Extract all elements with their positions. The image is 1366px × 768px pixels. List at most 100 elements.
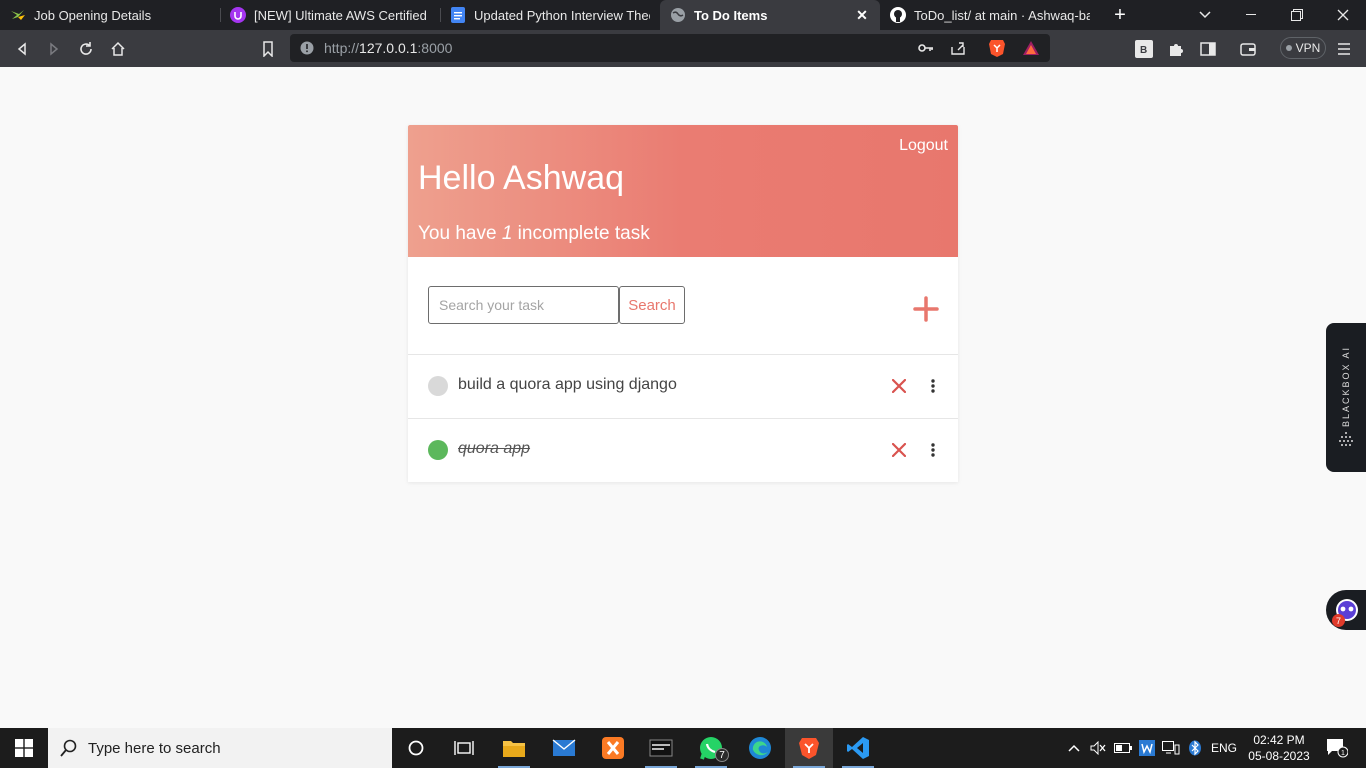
- task-status-icon[interactable]: [428, 440, 448, 460]
- task-item[interactable]: build a quora app using django: [408, 355, 958, 419]
- reload-icon[interactable]: [75, 38, 97, 60]
- clock-time: 02:42 PM: [1253, 733, 1305, 747]
- home-icon[interactable]: [107, 38, 129, 60]
- forward-icon[interactable]: [43, 38, 65, 60]
- tab-title: Updated Python Interview Theory: [474, 7, 650, 23]
- tab-to-do-items[interactable]: To Do Items ✕: [660, 0, 880, 30]
- brave-shields-icon[interactable]: [988, 38, 1006, 63]
- input-language-indicator[interactable]: ENG: [1208, 728, 1240, 768]
- search-row: Search: [408, 257, 958, 355]
- add-task-icon[interactable]: [910, 295, 942, 323]
- app-tray-icon[interactable]: [1137, 728, 1157, 768]
- whatsapp-badge: 7: [715, 748, 729, 762]
- search-icon: [60, 739, 78, 762]
- taskbar-search-placeholder: Type here to search: [88, 740, 221, 757]
- brave-rewards-icon[interactable]: [1022, 40, 1040, 61]
- vpn-label: VPN: [1295, 41, 1321, 55]
- bot-notification-badge: 7: [1332, 614, 1345, 627]
- cortana-icon[interactable]: [392, 728, 440, 768]
- close-tab-icon[interactable]: ✕: [854, 7, 870, 24]
- svg-text:B: B: [1140, 45, 1147, 56]
- whatsapp-icon[interactable]: 7: [687, 728, 735, 768]
- site-info-icon[interactable]: [300, 41, 314, 60]
- bookmark-icon[interactable]: [257, 38, 279, 60]
- key-icon[interactable]: [918, 41, 934, 60]
- incomplete-summary: You have 1 incomplete task: [418, 223, 650, 245]
- tab-title: [NEW] Ultimate AWS Certified Clou: [254, 7, 430, 23]
- logout-link[interactable]: Logout: [899, 137, 948, 155]
- close-window-button[interactable]: [1320, 0, 1366, 30]
- task-status-icon[interactable]: [428, 376, 448, 396]
- github-favicon-icon: [890, 7, 906, 23]
- terminal-app-icon[interactable]: [637, 728, 685, 768]
- search-input[interactable]: [428, 286, 619, 324]
- udemy-favicon-icon: [230, 7, 246, 23]
- bird-favicon-icon: [10, 7, 26, 23]
- tab-aws-course[interactable]: [NEW] Ultimate AWS Certified Clou: [220, 0, 440, 30]
- tab-title: ToDo_list/ at main · Ashwaq-basha: [914, 7, 1090, 23]
- windows-start-icon[interactable]: [0, 728, 48, 768]
- search-button[interactable]: Search: [619, 286, 685, 324]
- show-hidden-icons-chevron-icon[interactable]: [1064, 728, 1084, 768]
- action-center-icon[interactable]: 1: [1320, 728, 1354, 768]
- task-more-options-icon[interactable]: [928, 377, 938, 395]
- globe-favicon-icon: [670, 7, 686, 23]
- assistant-bot-widget[interactable]: 7: [1326, 590, 1366, 630]
- battery-icon[interactable]: [1112, 728, 1134, 768]
- bitwarden-extension-icon[interactable]: B: [1133, 38, 1155, 60]
- menu-hamburger-icon[interactable]: [1333, 38, 1355, 60]
- url-host: 127.0.0.1: [359, 40, 418, 56]
- address-bar[interactable]: http://127.0.0.1:8000: [290, 34, 1050, 62]
- tab-search-chevron-icon[interactable]: [1182, 0, 1228, 30]
- url-scheme: http://: [324, 40, 360, 56]
- blackbox-dots-icon: [1338, 431, 1354, 452]
- windows-taskbar: Type here to search 7 ENG 02:42 PM 05-08…: [0, 728, 1366, 768]
- extensions-puzzle-icon[interactable]: [1165, 38, 1187, 60]
- task-title[interactable]: build a quora app using django: [458, 376, 677, 394]
- minimize-window-button[interactable]: [1228, 0, 1274, 30]
- blackbox-ai-panel-tab[interactable]: BLACKBOX AI: [1326, 323, 1366, 472]
- url-text[interactable]: http://127.0.0.1:8000: [324, 40, 452, 56]
- delete-task-icon[interactable]: [890, 441, 908, 459]
- delete-task-icon[interactable]: [890, 377, 908, 395]
- vscode-icon[interactable]: [834, 728, 882, 768]
- todo-card: Logout Hello Ashwaq You have 1 incomplet…: [408, 125, 958, 482]
- vpn-button[interactable]: VPN: [1280, 37, 1326, 59]
- docs-favicon-icon: [450, 7, 466, 23]
- system-clock[interactable]: 02:42 PM 05-08-2023: [1246, 732, 1312, 764]
- restore-window-button[interactable]: [1274, 0, 1320, 30]
- taskbar-search-box[interactable]: Type here to search: [48, 728, 392, 768]
- xampp-icon[interactable]: [589, 728, 637, 768]
- brave-browser-icon[interactable]: [785, 728, 833, 768]
- back-icon[interactable]: [11, 38, 33, 60]
- tab-github-todo-list[interactable]: ToDo_list/ at main · Ashwaq-basha: [880, 0, 1100, 30]
- tab-python-interview[interactable]: Updated Python Interview Theory: [440, 0, 660, 30]
- sidebar-toggle-icon[interactable]: [1197, 38, 1219, 60]
- bluetooth-icon[interactable]: [1185, 728, 1205, 768]
- tab-title: To Do Items: [694, 7, 768, 23]
- greeting-heading: Hello Ashwaq: [418, 159, 625, 197]
- share-icon[interactable]: [950, 40, 966, 61]
- tab-job-opening-details[interactable]: Job Opening Details: [0, 0, 220, 30]
- clock-date: 05-08-2023: [1248, 749, 1310, 763]
- todo-header: Logout Hello Ashwaq You have 1 incomplet…: [408, 125, 958, 257]
- new-tab-button[interactable]: +: [1100, 0, 1140, 30]
- incomplete-count: 1: [501, 223, 513, 244]
- task-item[interactable]: quora app: [408, 419, 958, 483]
- network-icon[interactable]: [1160, 728, 1182, 768]
- blackbox-label: BLACKBOX AI: [1341, 345, 1351, 427]
- browser-tab-strip: Job Opening Details [NEW] Ultimate AWS C…: [0, 0, 1366, 30]
- edge-browser-icon[interactable]: [736, 728, 784, 768]
- wallet-icon[interactable]: [1237, 38, 1259, 60]
- tab-title: Job Opening Details: [34, 7, 152, 23]
- url-port: :8000: [417, 40, 453, 56]
- vpn-status-dot-icon: [1285, 45, 1292, 51]
- volume-muted-icon[interactable]: [1088, 728, 1108, 768]
- file-explorer-icon[interactable]: [490, 728, 538, 768]
- task-more-options-icon[interactable]: [928, 441, 938, 459]
- svg-text:1: 1: [1341, 750, 1345, 757]
- mail-icon[interactable]: [540, 728, 588, 768]
- browser-toolbar: http://127.0.0.1:8000 B VPN: [0, 30, 1366, 67]
- task-view-icon[interactable]: [440, 728, 488, 768]
- task-title[interactable]: quora app: [458, 440, 530, 458]
